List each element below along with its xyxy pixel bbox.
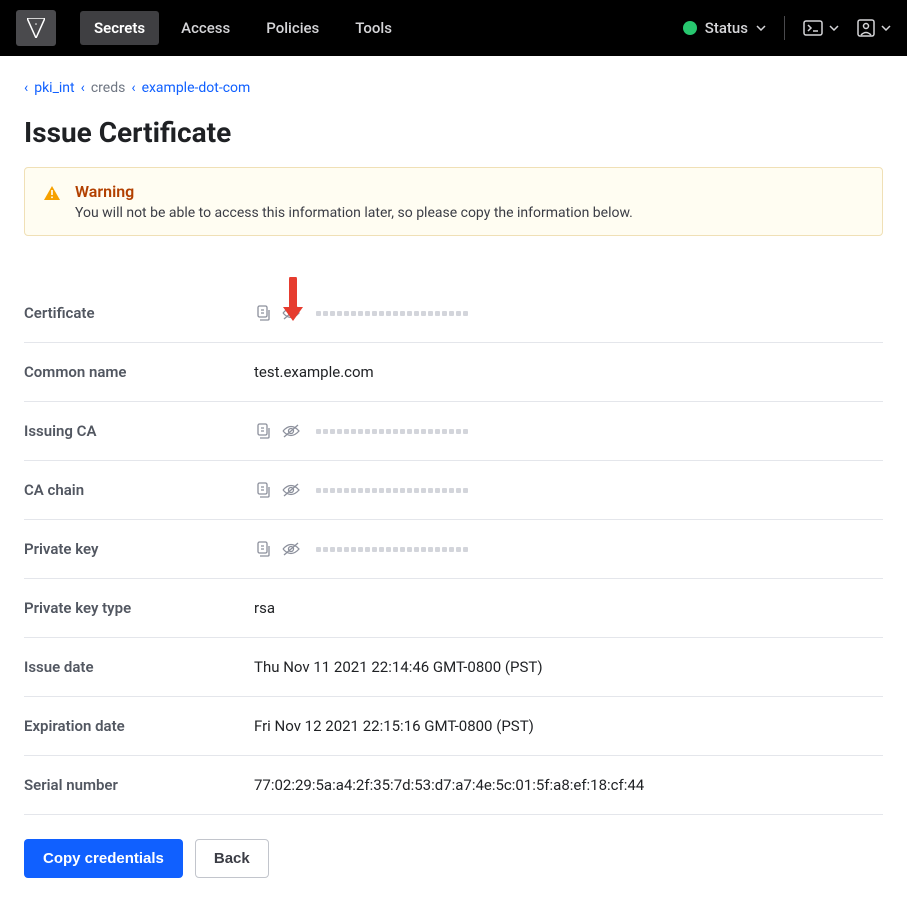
masked-value (316, 429, 468, 434)
warning-icon (43, 184, 61, 206)
breadcrumb: ‹ pki_int ‹ creds ‹ example-dot-com (24, 80, 883, 96)
chevron-left-icon: ‹ (131, 80, 135, 96)
nav-tools[interactable]: Tools (341, 11, 406, 45)
label-ca-chain: CA chain (24, 481, 254, 499)
label-issue-date: Issue date (24, 658, 254, 676)
label-serial-number: Serial number (24, 776, 254, 794)
copy-credentials-button[interactable]: Copy credentials (24, 839, 183, 878)
chevron-left-icon: ‹ (81, 80, 85, 96)
alert-title: Warning (75, 182, 633, 201)
breadcrumb-creds: creds (91, 80, 126, 96)
row-common-name: Common name test.example.com (24, 343, 883, 402)
copy-icon[interactable] (254, 422, 272, 440)
toggle-visibility-icon[interactable] (282, 422, 300, 440)
nav-right: Status (683, 16, 891, 40)
nav-divider (784, 16, 785, 40)
row-certificate: Certificate (24, 284, 883, 343)
masked-value (316, 488, 468, 493)
user-menu[interactable] (857, 19, 891, 37)
chevron-down-icon (829, 25, 839, 31)
action-buttons: Copy credentials Back (24, 839, 883, 878)
back-button[interactable]: Back (195, 839, 269, 878)
row-issuing-ca: Issuing CA (24, 402, 883, 461)
label-expiration-date: Expiration date (24, 717, 254, 735)
row-expiration-date: Expiration date Fri Nov 12 2021 22:15:16… (24, 697, 883, 756)
page-title: Issue Certificate (24, 116, 883, 149)
value-common-name: test.example.com (254, 363, 374, 381)
alert-body: You will not be able to access this info… (75, 205, 633, 221)
top-nav: Secrets Access Policies Tools Status (0, 0, 907, 56)
row-private-key: Private key (24, 520, 883, 579)
console-menu[interactable] (803, 20, 839, 36)
masked-value (316, 547, 468, 552)
label-issuing-ca: Issuing CA (24, 422, 254, 440)
warning-alert: Warning You will not be able to access t… (24, 167, 883, 236)
app-logo[interactable] (16, 10, 56, 46)
chevron-down-icon (881, 25, 891, 31)
label-private-key: Private key (24, 540, 254, 558)
chevron-down-icon (756, 25, 766, 31)
chevron-left-icon: ‹ (24, 80, 28, 96)
row-ca-chain: CA chain (24, 461, 883, 520)
vault-logo-icon (27, 18, 45, 38)
main-content: ‹ pki_int ‹ creds ‹ example-dot-com Issu… (0, 56, 907, 918)
value-issue-date: Thu Nov 11 2021 22:14:46 GMT-0800 (PST) (254, 658, 543, 676)
toggle-visibility-icon[interactable] (282, 540, 300, 558)
nav-access[interactable]: Access (167, 11, 244, 45)
nav-secrets[interactable]: Secrets (80, 11, 159, 45)
user-icon (857, 19, 875, 37)
row-issue-date: Issue date Thu Nov 11 2021 22:14:46 GMT-… (24, 638, 883, 697)
label-certificate: Certificate (24, 304, 254, 322)
copy-icon[interactable] (254, 540, 272, 558)
row-serial-number: Serial number 77:02:29:5a:a4:2f:35:7d:53… (24, 756, 883, 815)
label-common-name: Common name (24, 363, 254, 381)
value-expiration-date: Fri Nov 12 2021 22:15:16 GMT-0800 (PST) (254, 717, 534, 735)
toggle-visibility-icon[interactable] (282, 481, 300, 499)
status-menu[interactable]: Status (683, 19, 766, 37)
nav-items: Secrets Access Policies Tools (80, 11, 406, 45)
masked-value (316, 311, 468, 316)
copy-icon[interactable] (254, 304, 272, 322)
toggle-visibility-icon[interactable] (282, 304, 300, 322)
copy-icon[interactable] (254, 481, 272, 499)
row-private-key-type: Private key type rsa (24, 579, 883, 638)
value-private-key-type: rsa (254, 599, 275, 617)
label-private-key-type: Private key type (24, 599, 254, 617)
breadcrumb-pki-int[interactable]: pki_int (34, 80, 74, 96)
status-dot-icon (683, 21, 697, 35)
value-serial-number: 77:02:29:5a:a4:2f:35:7d:53:d7:a7:4e:5c:0… (254, 776, 644, 794)
info-rows: Certificate Common name test.example.com… (24, 284, 883, 815)
nav-policies[interactable]: Policies (252, 11, 333, 45)
status-label: Status (705, 19, 748, 37)
breadcrumb-example-dot-com[interactable]: example-dot-com (142, 80, 251, 96)
terminal-icon (803, 20, 823, 36)
